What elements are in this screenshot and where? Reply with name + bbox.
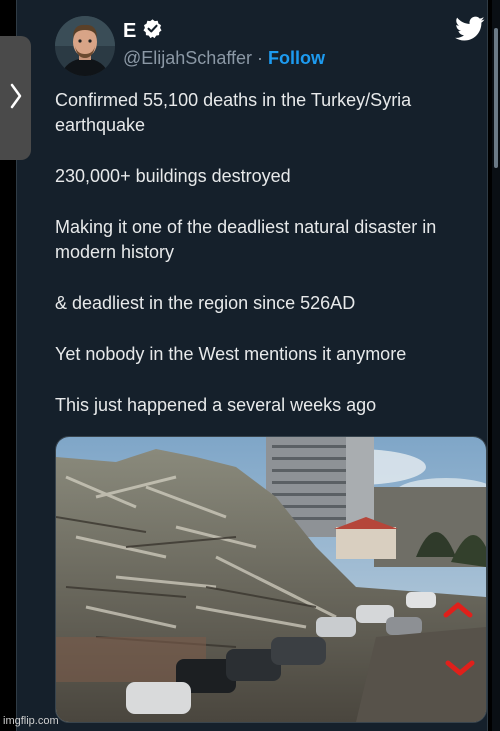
verified-badge-icon — [142, 18, 163, 44]
tweet-embed-card: E @ElijahSchaffer · Follow Confirmed 55,… — [16, 0, 488, 731]
earthquake-rubble-photo — [56, 437, 486, 722]
tweet-media-photo[interactable] — [55, 436, 487, 723]
user-handle[interactable]: @ElijahSchaffer — [123, 48, 252, 68]
tweet-text: Confirmed 55,100 deaths in the Turkey/Sy… — [55, 88, 480, 444]
separator: · — [257, 48, 264, 68]
tweet-paragraph: Yet nobody in the West mentions it anymo… — [55, 344, 407, 364]
tweet-paragraph: & deadliest in the region since 526AD — [55, 293, 356, 313]
name-row: E — [123, 18, 163, 44]
handle-row: @ElijahSchaffer · Follow — [123, 48, 325, 69]
side-tab[interactable] — [0, 36, 31, 160]
display-name[interactable]: E — [123, 20, 136, 43]
avatar[interactable] — [55, 16, 115, 76]
twitter-bird-icon[interactable] — [455, 16, 485, 47]
follow-button[interactable]: Follow — [268, 48, 325, 68]
chevron-right-icon — [10, 83, 22, 114]
imgflip-watermark: imgflip.com — [3, 715, 59, 727]
tweet-paragraph: Making it one of the deadliest natural d… — [55, 217, 437, 262]
tweet-paragraph: 230,000+ buildings destroyed — [55, 166, 291, 186]
scrollbar-thumb[interactable] — [494, 28, 498, 168]
tweet-paragraph: Confirmed 55,100 deaths in the Turkey/Sy… — [55, 90, 412, 135]
scrollbar[interactable] — [492, 0, 500, 731]
tweet-paragraph: This just happened a several weeks ago — [55, 395, 377, 415]
avatar-photo — [55, 16, 115, 76]
